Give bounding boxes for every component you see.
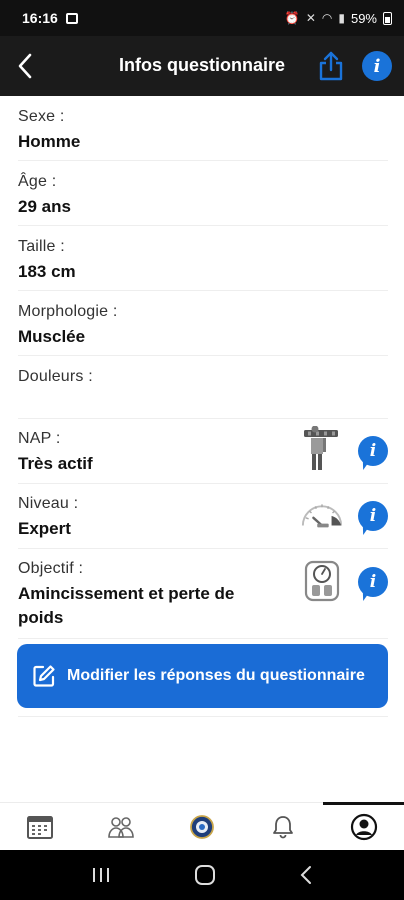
emblem-icon <box>190 814 214 839</box>
field-label: Taille : <box>18 238 65 255</box>
status-right: ⏰ ✕ ◠ ▮ 59% <box>285 11 392 26</box>
field-value: Musclée <box>18 327 86 346</box>
field-value: 183 cm <box>18 262 76 281</box>
field-objectif: Objectif : Amincissement et perte de poi… <box>18 549 388 639</box>
alarm-icon: ⏰ <box>284 11 300 25</box>
field-value: 29 ans <box>18 197 71 216</box>
niveau-info-button[interactable]: i <box>358 501 388 531</box>
gauge-icon <box>300 492 344 536</box>
info-icon: i <box>369 441 377 461</box>
field-label: Sexe : <box>18 108 65 125</box>
field-nap: NAP : Très actif i <box>18 419 388 484</box>
scale-icon <box>300 559 344 603</box>
field-value: Homme <box>18 132 81 151</box>
info-icon: i <box>373 55 381 77</box>
nav-calendar[interactable] <box>0 803 81 850</box>
system-back-icon[interactable] <box>299 865 313 885</box>
edit-answers-label: Modifier les réponses du questionnaire <box>67 667 365 684</box>
objectif-info-button[interactable]: i <box>358 567 388 597</box>
profile-icon <box>350 813 377 840</box>
nav-profile[interactable] <box>323 802 404 850</box>
info-icon: i <box>369 506 377 526</box>
share-button[interactable] <box>316 50 346 82</box>
battery-icon <box>383 11 392 25</box>
field-niveau: Niveau : Expert i <box>18 484 388 549</box>
worker-carrying-beam-icon <box>300 426 344 471</box>
field-morphologie: Morphologie : Musclée <box>18 291 388 356</box>
home-icon[interactable] <box>194 864 216 886</box>
nap-info-button[interactable]: i <box>358 436 388 466</box>
divider <box>18 716 388 717</box>
field-label: Douleurs : <box>18 368 93 385</box>
edit-answers-button[interactable]: Modifier les réponses du questionnaire <box>17 644 388 708</box>
share-icon <box>319 51 343 81</box>
app-bar: Infos questionnaire i <box>0 36 404 96</box>
field-age: Âge : 29 ans <box>18 161 388 226</box>
bottom-nav <box>0 802 404 850</box>
status-time: 16:16 <box>22 10 58 26</box>
battery-percent: 59% <box>350 10 377 26</box>
back-button[interactable] <box>0 36 50 96</box>
field-sexe: Sexe : Homme <box>18 96 388 161</box>
field-taille: Taille : 183 cm <box>18 226 388 291</box>
gallery-notification-icon <box>65 12 78 24</box>
field-label: Morphologie : <box>18 303 118 320</box>
users-icon <box>108 816 134 838</box>
info-button[interactable]: i <box>362 51 392 81</box>
calendar-icon <box>27 815 54 839</box>
questionnaire-info: Sexe : Homme Âge : 29 ans Taille : 183 c… <box>0 96 404 639</box>
wifi-icon: ◠ <box>321 11 333 25</box>
nav-home[interactable] <box>162 803 243 850</box>
edit-icon <box>31 663 57 689</box>
field-douleurs: Douleurs : <box>18 356 388 419</box>
signal-icon: ▮ <box>338 11 345 25</box>
nav-notifications[interactable] <box>242 803 323 850</box>
bell-icon <box>272 815 293 838</box>
field-label: Âge : <box>18 173 57 190</box>
status-bar: 16:16 ⏰ ✕ ◠ ▮ 59% <box>0 0 404 36</box>
back-arrow-icon <box>18 53 32 79</box>
mute-icon: ✕ <box>305 11 316 25</box>
system-nav-bar <box>0 850 404 900</box>
nav-community[interactable] <box>81 803 162 850</box>
recent-apps-icon[interactable] <box>91 866 111 884</box>
info-icon: i <box>369 572 377 592</box>
field-value: Amincissement et perte de poids <box>18 584 235 627</box>
